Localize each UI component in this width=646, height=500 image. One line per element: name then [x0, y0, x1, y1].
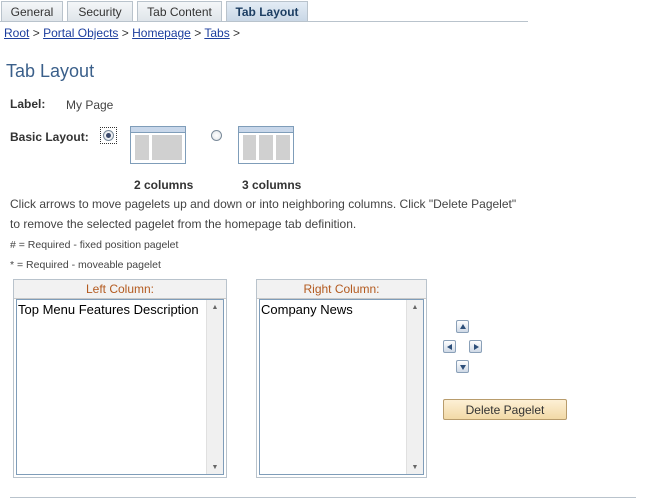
radio-2-columns[interactable] — [103, 130, 114, 141]
label-field-value: My Page — [66, 98, 114, 112]
breadcrumb-homepage[interactable]: Homepage — [132, 26, 191, 40]
scroll-down-icon[interactable]: ▼ — [207, 460, 223, 474]
three-column-layout-icon[interactable] — [238, 126, 294, 164]
move-down-button[interactable] — [456, 360, 469, 373]
note-fixed-pagelet: # = Required - fixed position pagelet — [10, 239, 179, 251]
delete-pagelet-button[interactable]: Delete Pagelet — [443, 399, 567, 420]
label-field-label: Label: — [10, 97, 46, 111]
move-left-button[interactable] — [443, 340, 456, 353]
breadcrumb-portal-objects[interactable]: Portal Objects — [43, 26, 118, 40]
page-title: Tab Layout — [6, 61, 95, 81]
scroll-up-icon[interactable]: ▲ — [207, 300, 223, 314]
tab-content[interactable]: Tab Content — [137, 1, 222, 21]
breadcrumb-separator: > — [121, 26, 129, 40]
arrow-up-icon — [460, 324, 466, 329]
breadcrumb-root[interactable]: Root — [4, 26, 29, 40]
breadcrumb: Root > Portal Objects > Homepage > Tabs … — [4, 26, 240, 40]
list-item[interactable]: Company News — [261, 302, 353, 317]
breadcrumb-tabs[interactable]: Tabs — [204, 26, 229, 40]
tab-general[interactable]: General — [1, 1, 63, 21]
arrow-left-icon — [447, 344, 452, 350]
list-item[interactable]: Top Menu Features Description — [18, 302, 199, 317]
right-column-scrollbar[interactable]: ▲ ▼ — [406, 300, 423, 474]
three-columns-caption: 3 columns — [242, 178, 302, 192]
left-column-header: Left Column: — [14, 280, 226, 299]
instructions-line-2: to remove the selected pagelet from the … — [10, 217, 357, 231]
basic-layout-label: Basic Layout: — [10, 130, 89, 144]
instructions-line-1: Click arrows to move pagelets up and dow… — [10, 197, 517, 211]
right-column-listbox[interactable]: Company News ▲ ▼ — [259, 299, 424, 475]
radio-3-columns[interactable] — [211, 130, 222, 141]
tab-security[interactable]: Security — [67, 1, 133, 21]
two-column-layout-icon[interactable] — [130, 126, 186, 164]
scroll-up-icon[interactable]: ▲ — [407, 300, 423, 314]
left-column-listbox[interactable]: Top Menu Features Description ▲ ▼ — [16, 299, 224, 475]
tab-divider — [0, 21, 528, 22]
left-column-panel: Left Column: Top Menu Features Descripti… — [13, 279, 227, 478]
move-up-button[interactable] — [456, 320, 469, 333]
bottom-divider — [10, 497, 636, 498]
move-right-button[interactable] — [469, 340, 482, 353]
note-moveable-pagelet: * = Required - moveable pagelet — [10, 259, 161, 271]
breadcrumb-separator: > — [194, 26, 202, 40]
right-column-header: Right Column: — [257, 280, 426, 299]
arrow-down-icon — [460, 365, 466, 370]
arrow-right-icon — [474, 344, 479, 350]
breadcrumb-separator: > — [233, 26, 241, 40]
breadcrumb-separator: > — [32, 26, 40, 40]
right-column-panel: Right Column: Company News ▲ ▼ — [256, 279, 427, 478]
scroll-down-icon[interactable]: ▼ — [407, 460, 423, 474]
two-columns-caption: 2 columns — [134, 178, 194, 192]
left-column-scrollbar[interactable]: ▲ ▼ — [206, 300, 223, 474]
tab-layout[interactable]: Tab Layout — [226, 1, 308, 21]
